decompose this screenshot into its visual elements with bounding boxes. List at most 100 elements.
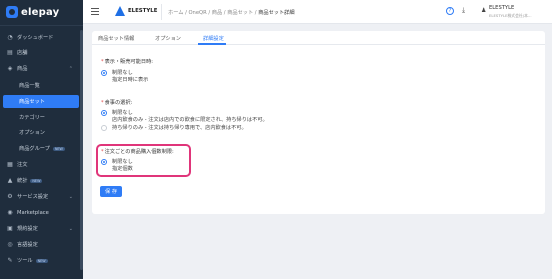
radio-unselected[interactable] — [101, 117, 107, 123]
radio-selected[interactable] — [101, 109, 107, 116]
chevron-down-icon: ⌄ — [68, 193, 73, 200]
sidebar-item-label: 言語設定 — [17, 242, 38, 248]
download-icon[interactable]: ⤓ — [462, 6, 465, 15]
logo-text: elepay — [21, 6, 60, 18]
sidebar-divider — [0, 25, 83, 26]
sidebar-item-product-group[interactable]: 商品グループ NEW — [0, 142, 83, 155]
sidebar-item-tools[interactable]: ✎ ツール NEW — [0, 254, 83, 267]
option-label: 指定個数 — [112, 166, 133, 172]
sidebar-item-label: 商品セット — [19, 99, 45, 105]
tool-icon: ✎ — [7, 256, 13, 264]
new-badge: NEW — [30, 178, 43, 183]
sidebar-item-label: 注文 — [17, 162, 28, 168]
radio-selected[interactable] — [101, 69, 107, 76]
chevron-up-icon: ⌃ — [68, 65, 73, 72]
section-label-text: 注文ごとの商品購入個数制限: — [104, 149, 174, 155]
brand-logo-icon — [115, 6, 125, 16]
app-logo[interactable]: elepay — [6, 5, 59, 19]
breadcrumb-products[interactable]: 商品 — [212, 10, 222, 16]
help-icon[interactable]: ? — [446, 7, 454, 15]
purchase-limit-label: *注文ごとの商品購入個数制限: — [101, 148, 174, 155]
tab-options[interactable]: オプション — [155, 35, 181, 42]
meal-type-option-takeout[interactable]: 持ち帰りのみ - 注文は持ち帰り専用で、店内飲食は不可。 — [101, 124, 247, 131]
radio-unselected[interactable] — [101, 77, 107, 83]
sidebar-item-language[interactable]: ◎ 言語設定 — [0, 238, 83, 251]
language-icon: ◎ — [7, 240, 13, 248]
order-icon: ▦ — [7, 160, 13, 168]
tab-product-set-info[interactable]: 商品セット情報 — [98, 35, 134, 42]
sidebar-item-label: 商品一覧 — [19, 83, 40, 89]
meal-type-option-eat-in[interactable]: 店内飲食のみ - 注文は店内での飲食に限定され、持ち帰りは不可。 — [101, 116, 268, 123]
sidebar-item-label: 商品 — [17, 66, 28, 72]
sidebar-item-label: 規約設定 — [17, 226, 38, 232]
settings-icon: ⚙ — [7, 192, 13, 200]
chart-icon: ▲ — [7, 176, 13, 184]
option-label: 持ち帰りのみ - 注文は持ち帰り専用で、店内飲食は不可。 — [112, 125, 247, 131]
sidebar-item-marketplace[interactable]: ◉ Marketplace — [0, 206, 83, 219]
option-label: 制限なし — [112, 110, 133, 116]
required-mark: * — [101, 100, 104, 106]
radio-unselected[interactable] — [101, 124, 107, 131]
sidebar-item-options[interactable]: オプション — [0, 126, 83, 139]
sidebar-item-label: ダッシュボード — [17, 35, 54, 41]
chevron-down-icon: ⌄ — [68, 225, 73, 232]
save-button[interactable]: 保 存 — [100, 186, 122, 197]
section-label-text: 表示・販売可能日時: — [104, 59, 154, 65]
sidebar-item-service-settings[interactable]: ⚙ サービス設定 ⌄ — [0, 190, 83, 203]
tab-detail-settings[interactable]: 詳細設定 — [203, 35, 224, 42]
top-header: ELESTYLE ホーム / OneQR / 商品 / 商品セット / 商品セッ… — [83, 0, 552, 24]
sidebar-item-product-set[interactable]: 商品セット — [3, 95, 79, 108]
dashboard-icon: ◔ — [7, 33, 13, 41]
user-name[interactable]: ELESTYLE — [489, 5, 514, 11]
sidebar-item-orders[interactable]: ▦ 注文 — [0, 158, 83, 171]
section-label-text: 食事の選択: — [104, 100, 133, 106]
sidebar-item-label: ツール — [17, 258, 33, 264]
sidebar-scrollbar[interactable] — [80, 30, 83, 270]
sidebar-item-category[interactable]: カテゴリー — [0, 111, 83, 124]
radio-selected[interactable] — [101, 158, 107, 165]
purchase-limit-option-unlimited[interactable]: 制限なし — [101, 158, 133, 165]
breadcrumb-product-set[interactable]: 商品セット — [227, 10, 253, 16]
user-icon[interactable]: ♟ — [481, 7, 486, 14]
sidebar-item-label: サービス設定 — [17, 194, 49, 200]
menu-icon[interactable] — [91, 8, 99, 15]
sidebar-item-label: Marketplace — [17, 209, 49, 216]
sidebar-item-label: オプション — [19, 130, 45, 136]
product-set-detail-card: 商品セット情報 オプション 詳細設定 *表示・販売可能日時: 制限なし 指定日時… — [92, 31, 545, 214]
store-icon: ▤ — [7, 48, 13, 56]
header-divider — [161, 4, 162, 20]
sidebar-item-product-list[interactable]: 商品一覧 — [0, 79, 83, 92]
meal-type-option-unlimited[interactable]: 制限なし — [101, 109, 133, 116]
active-tab-indicator — [198, 43, 226, 45]
new-badge: NEW — [52, 146, 65, 151]
tab-bar: 商品セット情報 オプション 詳細設定 — [92, 31, 545, 45]
display-period-option-scheduled[interactable]: 指定日時に表示 — [101, 76, 148, 83]
tag-icon: ◈ — [7, 64, 13, 72]
meal-type-label: *食事の選択: — [101, 99, 132, 106]
breadcrumb-oneqr[interactable]: OneQR — [188, 10, 206, 16]
radio-unselected[interactable] — [101, 166, 107, 172]
sidebar-item-dashboard[interactable]: ◔ ダッシュボード — [0, 31, 83, 44]
breadcrumb: ホーム / OneQR / 商品 / 商品セット / 商品セット詳細 — [168, 10, 295, 16]
sidebar-item-stats[interactable]: ▲ 統計 NEW — [0, 174, 83, 187]
sidebar-item-terms[interactable]: ▣ 規約設定 ⌄ — [0, 222, 83, 235]
option-label: 制限なし — [112, 159, 133, 165]
marketplace-icon: ◉ — [7, 208, 13, 216]
option-label: 店内飲食のみ - 注文は店内での飲食に限定され、持ち帰りは不可。 — [112, 117, 268, 123]
sidebar-item-store[interactable]: ▤ 店舗 — [0, 46, 83, 59]
display-period-option-unlimited[interactable]: 制限なし — [101, 69, 133, 76]
breadcrumb-home[interactable]: ホーム — [168, 10, 183, 16]
brand-name: ELESTYLE — [128, 8, 158, 14]
option-label: 制限なし — [112, 70, 133, 76]
sidebar-item-products[interactable]: ◈ 商品 ⌃ — [0, 62, 83, 75]
doc-icon: ▣ — [7, 224, 13, 232]
display-period-label: *表示・販売可能日時: — [101, 58, 153, 65]
sidebar-item-label: カテゴリー — [19, 115, 45, 121]
sidebar-item-label: 店舗 — [17, 50, 28, 56]
sidebar-item-label: 統計 — [17, 178, 28, 184]
required-mark: * — [101, 149, 104, 155]
user-company: ELESTYLE株式会社(本... — [489, 13, 532, 18]
purchase-limit-option-fixed[interactable]: 指定個数 — [101, 165, 133, 172]
sidebar-item-label: 商品グループ — [19, 146, 50, 152]
new-badge: NEW — [35, 258, 48, 263]
